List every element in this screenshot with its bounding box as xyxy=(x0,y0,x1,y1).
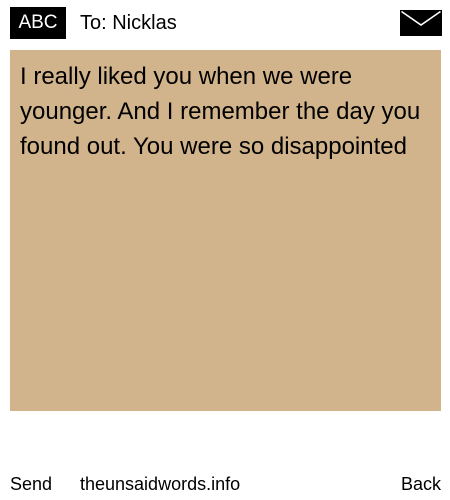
compose-header: ABC To: Nicklas xyxy=(0,0,450,44)
input-mode-indicator[interactable]: ABC xyxy=(10,7,66,39)
back-button[interactable]: Back xyxy=(401,470,441,498)
recipient-label: To: Nicklas xyxy=(80,12,177,34)
envelope-icon xyxy=(400,10,442,36)
send-button[interactable]: Send xyxy=(10,470,52,498)
message-text: I really liked you when we were younger.… xyxy=(20,63,421,160)
sms-compose-screen: ABC To: Nicklas I really liked you when … xyxy=(0,0,450,500)
message-body-field[interactable]: I really liked you when we were younger.… xyxy=(10,50,441,411)
site-watermark: theunsaidwords.info xyxy=(80,474,241,494)
softkey-bar: Send theunsaidwords.info Back xyxy=(0,470,450,498)
